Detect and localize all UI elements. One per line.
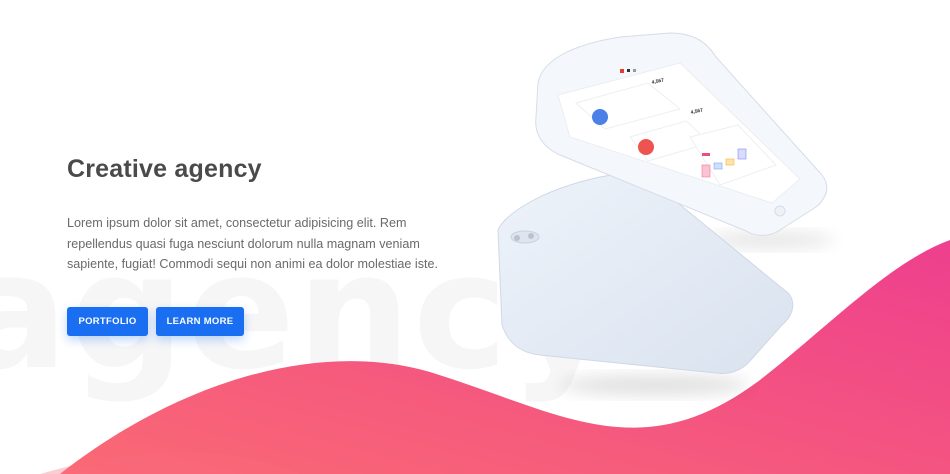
mini-chart-bar-2 <box>713 162 723 170</box>
mini-chart-legend <box>702 153 710 156</box>
phone-mockup-illustration: 4,567 4,567 <box>497 32 835 395</box>
mini-chart-bar-1 <box>701 164 711 178</box>
mini-chart-bar-3 <box>725 158 735 166</box>
mini-chart-bar-4 <box>737 148 747 160</box>
portfolio-button[interactable]: PORTFOLIO <box>67 307 148 336</box>
hero-description: Lorem ipsum dolor sit amet, consectetur … <box>67 216 439 271</box>
learn-more-button[interactable]: LEARN MORE <box>156 307 244 336</box>
hero-title: Creative agency <box>67 155 262 183</box>
hero-buttons: PORTFOLIO LEARN MORE <box>67 307 244 336</box>
phone-back-shadow <box>560 375 750 395</box>
hero-section: Creative agency Lorem ipsum dolor sit am… <box>67 155 447 275</box>
